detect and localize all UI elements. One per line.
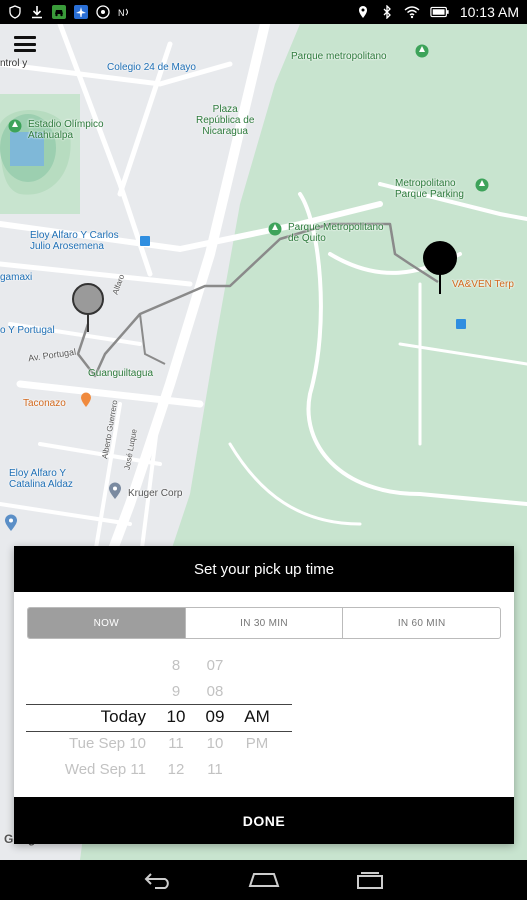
home-icon <box>248 873 279 887</box>
park-quito-poi-icon <box>268 222 282 236</box>
minute-option[interactable]: 08 <box>207 678 224 704</box>
map-label-metro-parking: Metropolitano Parque Parking <box>395 178 464 200</box>
recents-button[interactable] <box>352 868 388 892</box>
day-option-selected[interactable]: Today <box>101 704 146 730</box>
home-button[interactable] <box>246 868 282 892</box>
system-nav-bar <box>0 860 527 900</box>
minute-picker-column[interactable]: 07 08 09 10 11 <box>200 652 230 782</box>
park-poi-icon <box>415 44 429 58</box>
day-option[interactable]: Tue Sep 10 <box>69 730 146 756</box>
status-bar: N 10:13 AM <box>0 0 527 24</box>
map-label-parque-metropolitano: Parque metropolitano <box>291 51 387 62</box>
shield-icon <box>9 5 21 19</box>
done-button[interactable]: DONE <box>14 797 514 844</box>
transit-poi-icon <box>140 236 150 246</box>
pickup-time-tabs: NOW IN 30 MIN IN 60 MIN <box>27 607 501 639</box>
battery-icon <box>430 6 449 18</box>
parking-poi-icon <box>475 178 489 192</box>
nfc-icon: N <box>118 8 128 18</box>
location-icon <box>358 6 367 18</box>
hour-option-selected[interactable]: 10 <box>167 704 186 730</box>
location-poi-icon <box>5 514 17 531</box>
ampm-option-selected[interactable]: AM <box>244 704 270 730</box>
bluetooth-icon <box>383 5 391 19</box>
tab-in-60-min[interactable]: IN 60 MIN <box>343 608 500 638</box>
day-option[interactable]: Wed Sep 11 <box>65 756 146 782</box>
svg-text:N: N <box>118 8 125 18</box>
transit-poi-icon-2 <box>456 319 466 329</box>
pickup-time-dialog: Set your pick up time NOW IN 30 MIN IN 6… <box>14 546 514 844</box>
day-picker-column[interactable]: Today Tue Sep 10 Wed Sep 11 <box>54 652 146 782</box>
car-icon <box>52 5 66 19</box>
destination-pin-icon[interactable] <box>422 240 458 296</box>
ampm-picker-column[interactable]: AM PM <box>240 652 274 782</box>
ampm-option[interactable]: PM <box>246 730 269 756</box>
map-label-eloy-aldaz: Eloy Alfaro Y Catalina Aldaz <box>9 468 73 490</box>
minute-option[interactable]: 07 <box>207 652 224 678</box>
tab-now[interactable]: NOW <box>28 608 186 638</box>
hamburger-menu-icon[interactable] <box>14 36 36 52</box>
location-circle-icon <box>96 5 110 19</box>
restaurant-poi-icon <box>81 392 91 407</box>
download-icon <box>32 6 42 19</box>
map-label-kruger: Kruger Corp <box>128 488 183 499</box>
map-label-gamaxi: gamaxi <box>0 272 33 283</box>
minute-option[interactable]: 11 <box>207 756 223 782</box>
back-icon <box>144 873 169 889</box>
map-label-parque-quito: Parque Metropolitano de Quito <box>288 222 384 244</box>
map-label-colegio: Colegio 24 de Mayo <box>107 62 196 73</box>
kruger-poi-icon <box>109 482 121 499</box>
tab-in-30-min[interactable]: IN 30 MIN <box>186 608 344 638</box>
map-label-plaza: Plaza República de Nicaragua <box>196 104 255 137</box>
status-right-icons: 10:13 AM <box>356 0 519 24</box>
hour-option[interactable]: 8 <box>172 652 180 678</box>
stadium-poi-icon <box>8 119 22 133</box>
map-label-estadio: Estadio Olímpico Atahualpa <box>28 119 104 141</box>
time-picker[interactable]: Today Tue Sep 10 Wed Sep 11 8 9 10 11 12… <box>14 652 514 780</box>
map-label-portugal: o Y Portugal <box>0 325 55 336</box>
minute-option-selected[interactable]: 09 <box>206 704 225 730</box>
hour-option[interactable]: 9 <box>172 678 180 704</box>
minute-option[interactable]: 10 <box>207 730 224 756</box>
wifi-icon <box>404 6 420 19</box>
hour-option[interactable]: 12 <box>168 756 185 782</box>
map-label-control: ntrol y <box>0 58 28 69</box>
origin-pin-icon[interactable] <box>71 282 105 334</box>
airplane-icon <box>74 5 88 19</box>
status-left-icons: N <box>0 5 132 19</box>
hour-picker-column[interactable]: 8 9 10 11 12 <box>162 652 190 782</box>
back-button[interactable] <box>140 868 176 892</box>
dialog-title: Set your pick up time <box>14 546 514 592</box>
map-label-vaven: VA&VEN Terp <box>452 279 514 290</box>
map-label-taconazo: Taconazo <box>23 398 66 409</box>
map-label-guanguiltagua: Guanguiltagua <box>88 368 154 379</box>
hour-option[interactable]: 11 <box>168 730 184 756</box>
recents-icon <box>356 872 383 889</box>
status-time: 10:13 AM <box>459 4 519 20</box>
map-label-eloy-arosemena: Eloy Alfaro Y Carlos Julio Arosemena <box>30 230 119 252</box>
